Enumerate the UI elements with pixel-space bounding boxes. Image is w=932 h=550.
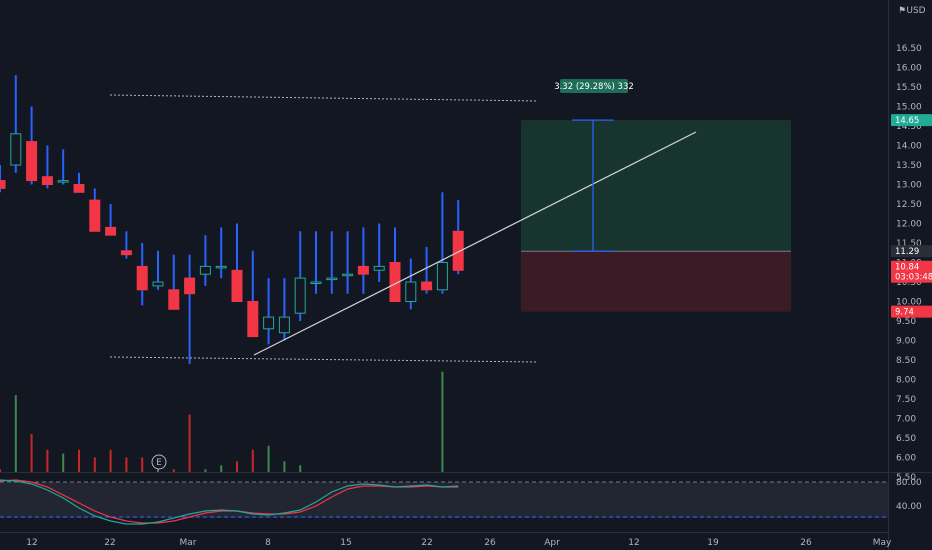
volume-bar: [188, 414, 191, 472]
oscillator-tick-label: 80.00: [896, 478, 922, 488]
volume-bar: [267, 445, 270, 472]
candle-body: [152, 281, 164, 287]
volume-bar: [299, 465, 302, 472]
time-tick-label: 22: [104, 538, 115, 548]
volume-bar: [204, 469, 207, 472]
time-tick-label: 8: [265, 538, 271, 548]
price-tick-label: 14.00: [896, 142, 922, 152]
time-tick-label: 22: [421, 538, 432, 548]
oscillator-axis: 80.00 40.00: [896, 478, 922, 512]
volume-bar: [172, 469, 175, 472]
price-tick-label: 15.50: [896, 83, 922, 93]
support-line[interactable]: [109, 356, 539, 363]
volume-bar: [62, 453, 65, 472]
profit-zone[interactable]: [521, 120, 791, 252]
resistance-line[interactable]: [109, 94, 539, 102]
volume-bar: [30, 434, 33, 472]
trading-chart[interactable]: E 3.32 (29.28%) 332 16.50 16.00 15.50 15.00…: [0, 0, 932, 550]
volume-bar: [283, 461, 286, 472]
currency-label[interactable]: USD: [906, 6, 925, 16]
time-tick-label: 26: [484, 538, 496, 548]
volume-bar: [78, 449, 80, 472]
position-zones[interactable]: [521, 120, 791, 312]
time-tick-label: 26: [800, 538, 812, 548]
price-tag-countdown: 03:03:48: [895, 273, 932, 283]
price-tick-label: 9.00: [896, 337, 916, 347]
volume-bar: [93, 457, 96, 472]
alert-icon[interactable]: ⚑: [898, 6, 906, 16]
price-tag-entry: 11.29: [895, 247, 919, 257]
time-tick-label: Apr: [544, 538, 560, 548]
candle-body: [105, 226, 117, 236]
candle-body: [41, 176, 53, 185]
time-tick-label: 15: [340, 538, 351, 548]
candle-body: [326, 277, 338, 281]
candle-body: [215, 265, 227, 269]
price-tick-label: 9.50: [896, 317, 916, 327]
price-tick-label: 12.00: [896, 220, 922, 230]
volume-bar: [251, 449, 254, 472]
time-tick-label: 12: [26, 538, 37, 548]
volume-bar: [14, 395, 17, 472]
volume-bar: [441, 371, 444, 472]
candle-body: [310, 281, 322, 284]
candle-body: [421, 281, 433, 291]
oscillator-tick-label: 40.00: [896, 502, 922, 512]
candle-body: [263, 316, 275, 330]
candle-body: [357, 265, 369, 275]
price-tick-label: 15.00: [896, 103, 922, 113]
earnings-marker-label: E: [156, 458, 162, 468]
volume-bar: [125, 457, 128, 472]
time-tick-label: May: [873, 538, 892, 548]
measure-label: 3.32 (29.28%) 332: [554, 82, 634, 92]
candle-body: [199, 265, 211, 275]
price-tick-label: 12.50: [896, 200, 922, 210]
volume-bar: [0, 469, 1, 472]
chart-canvas[interactable]: E 3.32 (29.28%) 332 16.50 16.00 15.50 15.00…: [0, 0, 932, 550]
candle-body: [436, 262, 448, 291]
volume-bar: [46, 449, 49, 472]
volume-bar: [236, 461, 238, 472]
candle-body: [57, 180, 69, 183]
price-tick-label: 16.50: [896, 44, 922, 54]
volume-bar: [220, 465, 223, 472]
candle-body: [278, 316, 290, 334]
volume-bar: [141, 457, 144, 472]
candle-body: [247, 301, 259, 338]
price-tag-stop: 9.74: [895, 308, 914, 318]
candle-body: [184, 277, 196, 295]
price-tick-label: 6.00: [896, 454, 916, 464]
candle-body: [0, 180, 6, 189]
candle-body: [120, 250, 132, 256]
candle-body: [89, 199, 101, 232]
candle-body: [73, 184, 85, 193]
candle-body: [294, 277, 306, 314]
price-tick-label: 7.50: [896, 395, 916, 405]
price-tick-label: 6.50: [896, 434, 916, 444]
price-tick-label: 13.00: [896, 181, 922, 191]
candle-body: [231, 269, 243, 302]
loss-zone[interactable]: [521, 251, 791, 312]
price-tick-label: 13.50: [896, 161, 922, 171]
price-tag-target: 14.65: [895, 116, 919, 126]
candles: [0, 75, 464, 364]
price-tick-label: 7.00: [896, 415, 916, 425]
candle-body: [342, 273, 354, 277]
candle-body: [405, 281, 417, 302]
candle-body: [10, 133, 22, 166]
time-tick-label: 19: [707, 538, 719, 548]
price-tick-label: 16.00: [896, 64, 922, 74]
volume-bars: [0, 371, 444, 472]
time-tick-label: 12: [628, 538, 639, 548]
candle-body: [26, 141, 38, 182]
volume-bar: [109, 449, 112, 472]
candle-body: [373, 265, 385, 271]
time-tick-label: Mar: [180, 538, 197, 548]
price-tick-label: 8.50: [896, 356, 916, 366]
candle-body: [168, 289, 180, 310]
price-tick-label: 8.00: [896, 376, 916, 386]
candle-body: [136, 265, 148, 291]
